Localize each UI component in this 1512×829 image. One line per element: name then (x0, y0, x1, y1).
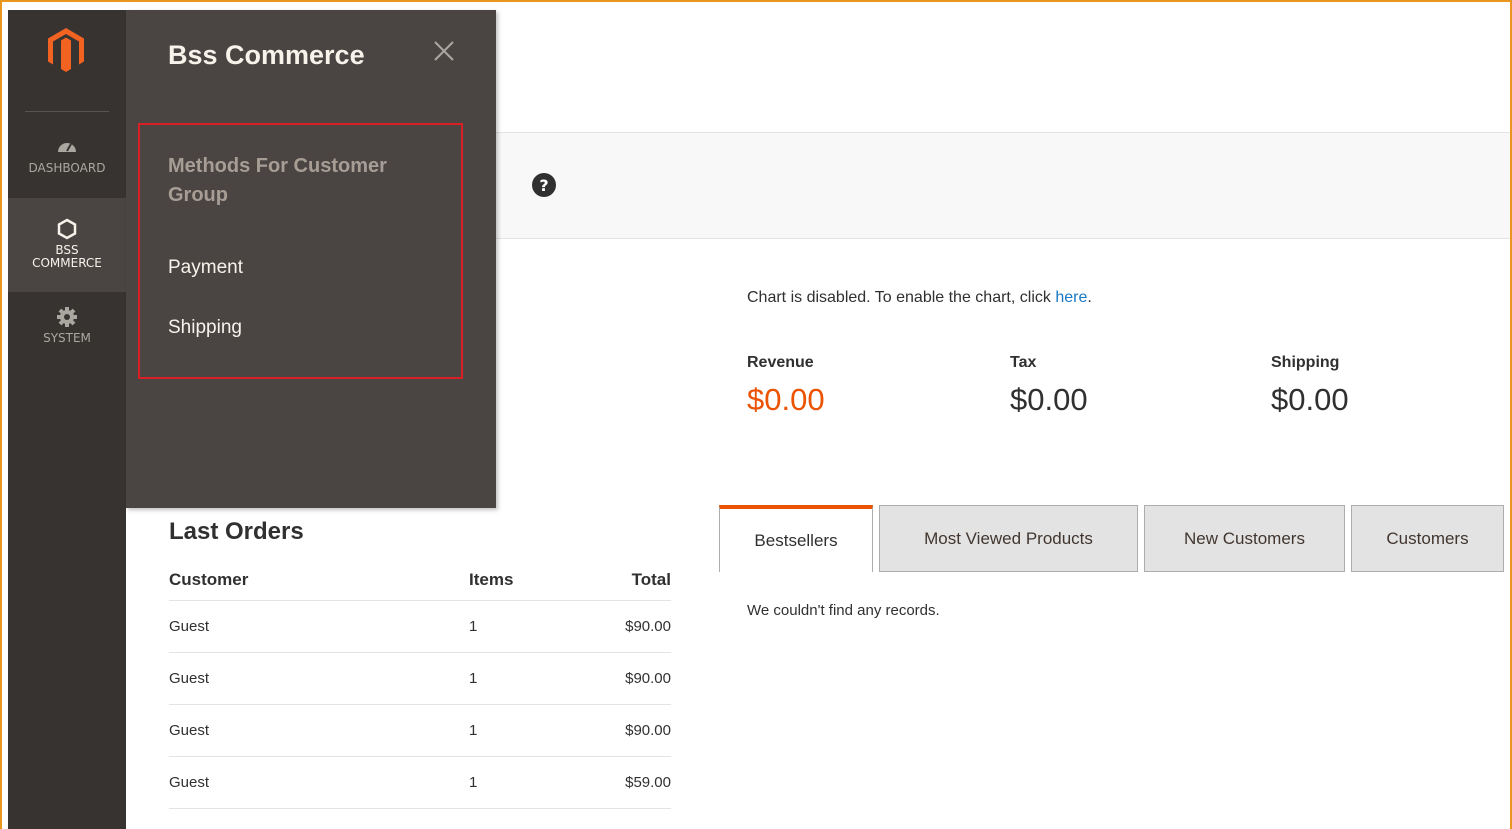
nav-label-dashboard: DASHBOARD (28, 161, 106, 175)
shipping-label: Shipping (1271, 354, 1340, 371)
dashboard-icon (58, 143, 76, 152)
cell-total: $90.00 (619, 652, 671, 705)
column-header-total: Total (619, 560, 671, 601)
cell-customer: Guest (169, 652, 469, 705)
nav-divider (25, 111, 109, 112)
table-header-row: Customer Items Total (169, 560, 671, 601)
chart-disabled-message: Chart is disabled. To enable the chart, … (747, 289, 1092, 307)
nav-label-commerce: COMMERCE (32, 256, 102, 270)
tax-label: Tax (1010, 354, 1037, 371)
nav-item-bss-commerce[interactable]: BSS COMMERCE (8, 198, 126, 292)
no-records-message: We couldn't find any records. (747, 602, 940, 619)
gear-icon (57, 307, 77, 327)
hexagon-icon (57, 218, 77, 240)
revenue-value: $0.00 (747, 382, 825, 417)
magento-logo[interactable] (48, 28, 84, 72)
enable-chart-link[interactable]: here (1055, 289, 1087, 306)
help-icon[interactable]: ? (531, 172, 557, 198)
cell-customer: Guest (169, 600, 469, 653)
tax-value: $0.00 (1010, 382, 1088, 417)
admin-sidebar: DASHBOARD BSS COMMERCE SYSTEM (8, 10, 126, 829)
tab-new-customers[interactable]: New Customers (1144, 505, 1345, 572)
table-row[interactable]: Guest 1 $59.00 (169, 756, 671, 809)
menu-item-payment[interactable]: Payment (168, 257, 243, 279)
cell-total: $59.00 (619, 756, 671, 809)
svg-text:?: ? (539, 176, 548, 195)
last-orders-title: Last Orders (169, 518, 304, 545)
chart-message-text: Chart is disabled. To enable the chart, … (747, 289, 1056, 306)
chart-message-end: . (1087, 289, 1092, 306)
column-header-customer: Customer (169, 560, 469, 601)
cell-items: 1 (469, 756, 619, 809)
menu-item-shipping[interactable]: Shipping (168, 317, 242, 339)
revenue-label: Revenue (747, 354, 814, 371)
cell-total: $90.00 (619, 704, 671, 757)
tab-customers[interactable]: Customers (1351, 505, 1504, 572)
cell-items: 1 (469, 652, 619, 705)
table-row[interactable]: Guest 1 $90.00 (169, 600, 671, 653)
last-orders-table: Customer Items Total Guest 1 $90.00 Gues… (169, 560, 671, 809)
tab-most-viewed-products[interactable]: Most Viewed Products (879, 505, 1138, 572)
cell-items: 1 (469, 704, 619, 757)
close-icon[interactable] (431, 38, 457, 64)
cell-items: 1 (469, 600, 619, 653)
cell-total: $90.00 (619, 600, 671, 653)
nav-item-dashboard[interactable]: DASHBOARD (8, 136, 126, 196)
cell-customer: Guest (169, 704, 469, 757)
table-row[interactable]: Guest 1 $90.00 (169, 652, 671, 705)
bss-commerce-flyout: Bss Commerce Methods For Customer Group … (126, 10, 496, 508)
column-header-items: Items (469, 560, 619, 601)
shipping-value: $0.00 (1271, 382, 1349, 417)
nav-label-system: SYSTEM (43, 331, 91, 345)
tab-bestsellers[interactable]: Bestsellers (719, 505, 873, 572)
menu-group-title: Methods For Customer Group (168, 155, 387, 206)
nav-item-system[interactable]: SYSTEM (8, 306, 126, 366)
cell-customer: Guest (169, 756, 469, 809)
table-row[interactable]: Guest 1 $90.00 (169, 704, 671, 757)
flyout-title: Bss Commerce (168, 40, 365, 70)
